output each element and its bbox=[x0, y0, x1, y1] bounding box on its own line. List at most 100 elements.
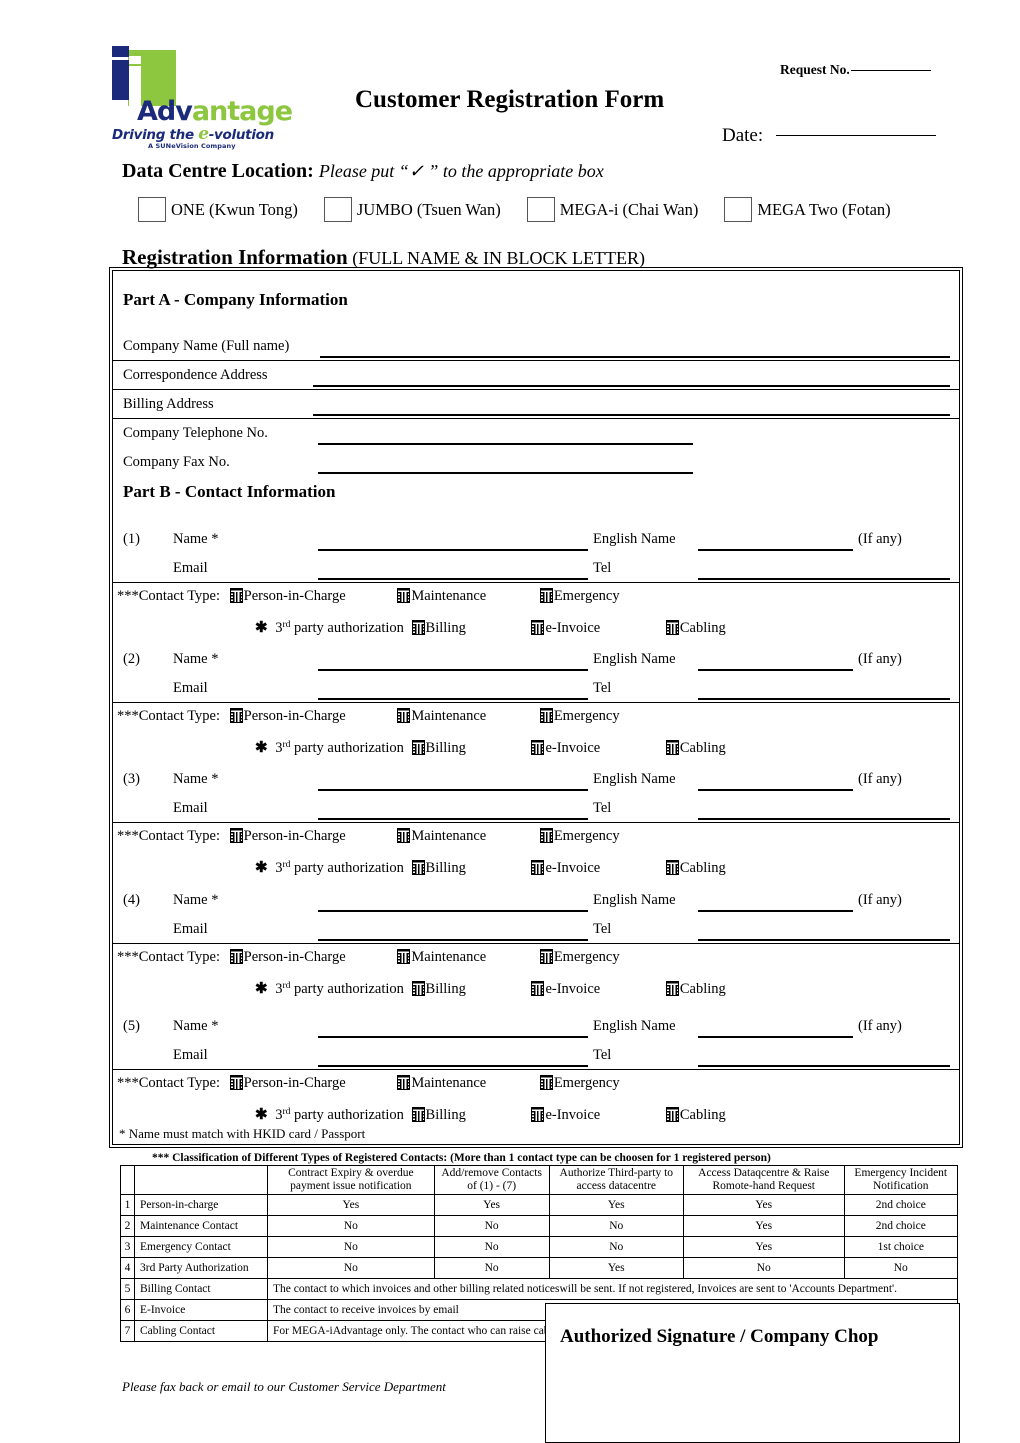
date-rule[interactable] bbox=[776, 135, 937, 136]
contact-3-tel-input[interactable] bbox=[698, 818, 950, 820]
contact-4-email-input[interactable] bbox=[318, 939, 588, 941]
checkbox-dc-jumbo[interactable] bbox=[323, 197, 352, 222]
contact-2-tel-input[interactable] bbox=[698, 698, 950, 700]
contact-1-type-billing: Billing bbox=[425, 620, 466, 636]
asterisk-icon: ✱ bbox=[255, 1107, 268, 1123]
checkbox-contact-4-cabling[interactable] bbox=[665, 981, 679, 996]
contact-2-name-input[interactable] bbox=[318, 669, 588, 671]
checkbox-contact-4-emergency[interactable] bbox=[539, 949, 553, 964]
checkbox-dc-one[interactable] bbox=[138, 197, 166, 222]
contact-1-type-row-2: ✱ 3rd party authorization Billing e-Invo… bbox=[255, 618, 726, 637]
checkbox-contact-4-person-in-charge[interactable] bbox=[229, 949, 243, 964]
checkbox-dc-mega-i[interactable] bbox=[526, 197, 555, 222]
contact-5-third-party-sup: rd bbox=[282, 1107, 291, 1117]
row-1-cell-4: Yes bbox=[682, 1194, 845, 1217]
checkbox-contact-2-billing[interactable] bbox=[411, 740, 425, 755]
dc-option-mega-two-label: MEGA Two (Fotan) bbox=[757, 199, 891, 219]
contact-5-index: (5) bbox=[123, 1018, 140, 1034]
company-logo: Advantage Driving the e-volution A SUNeV… bbox=[110, 46, 293, 150]
checkbox-contact-2-einvoice[interactable] bbox=[531, 740, 545, 755]
registration-heading-bold: Registration Information bbox=[122, 245, 348, 269]
row-4-name: 3rd Party Authorization bbox=[134, 1257, 268, 1280]
contact-4-tel-input[interactable] bbox=[698, 939, 950, 941]
date-field[interactable]: Date: bbox=[722, 125, 937, 147]
row-2-cell-2: No bbox=[433, 1215, 550, 1238]
registration-heading-plain: (FULL NAME & IN BLOCK LETTER) bbox=[347, 248, 646, 268]
checkbox-contact-1-cabling[interactable] bbox=[665, 620, 679, 635]
checkbox-contact-4-einvoice[interactable] bbox=[531, 981, 545, 996]
checkbox-contact-2-person-in-charge[interactable] bbox=[229, 708, 243, 723]
checkbox-contact-5-person-in-charge[interactable] bbox=[229, 1075, 243, 1090]
dc-option-mega-i[interactable]: MEGA-i (Chai Wan) bbox=[526, 197, 698, 222]
divider-company-name bbox=[113, 360, 959, 361]
dc-option-mega-two[interactable]: MEGA Two (Fotan) bbox=[724, 197, 891, 222]
checkbox-contact-1-emergency[interactable] bbox=[539, 588, 553, 603]
contact-4-name-input[interactable] bbox=[318, 910, 588, 912]
dc-option-jumbo[interactable]: JUMBO (Tsuen Wan) bbox=[323, 197, 501, 222]
checkbox-contact-3-einvoice[interactable] bbox=[531, 860, 545, 875]
contact-5-name-input[interactable] bbox=[318, 1036, 588, 1038]
contact-3-english-name-input[interactable] bbox=[698, 789, 853, 791]
checkbox-contact-3-person-in-charge[interactable] bbox=[229, 828, 243, 843]
contact-5-type-cabling: Cabling bbox=[679, 1107, 726, 1123]
contact-5-tel-input[interactable] bbox=[698, 1065, 950, 1067]
checkbox-contact-3-emergency[interactable] bbox=[539, 828, 553, 843]
authorized-signature-box[interactable]: Authorized Signature / Company Chop bbox=[545, 1303, 960, 1443]
checkbox-contact-2-cabling[interactable] bbox=[665, 740, 679, 755]
request-no-field[interactable]: Request No. bbox=[780, 62, 931, 78]
checkbox-contact-1-billing[interactable] bbox=[411, 620, 425, 635]
checkbox-contact-3-billing[interactable] bbox=[411, 860, 425, 875]
contact-5-email-input[interactable] bbox=[318, 1065, 588, 1067]
checkbox-contact-1-person-in-charge[interactable] bbox=[229, 588, 243, 603]
contact-3-if-any: (If any) bbox=[858, 771, 902, 787]
data-centre-location-heading: Data Centre Location: Please put “✓ ” to… bbox=[122, 160, 604, 183]
contact-2-third-party-text: party authorization bbox=[294, 740, 404, 756]
contact-2-english-name-input[interactable] bbox=[698, 669, 853, 671]
contact-2-type-pic: Person-in-Charge bbox=[243, 708, 346, 724]
checkbox-contact-1-maintenance[interactable] bbox=[397, 588, 411, 603]
contact-5-email-label: Email bbox=[173, 1047, 208, 1063]
row-1-num: 1 bbox=[120, 1194, 135, 1217]
row-1-cell-2: Yes bbox=[433, 1194, 550, 1217]
input-company-fax[interactable] bbox=[318, 472, 693, 474]
checkbox-contact-5-maintenance[interactable] bbox=[397, 1075, 411, 1090]
checkbox-contact-4-maintenance[interactable] bbox=[397, 949, 411, 964]
contact-4-divider bbox=[113, 943, 959, 944]
contact-5-type-label: ***Contact Type: bbox=[117, 1075, 221, 1091]
fax-back-note: Please fax back or email to our Customer… bbox=[122, 1379, 446, 1394]
contact-1-type-row-1: ***Contact Type: Person-in-Charge Mainte… bbox=[117, 588, 620, 605]
checkbox-contact-5-cabling[interactable] bbox=[665, 1107, 679, 1122]
contact-2-email-input[interactable] bbox=[318, 698, 588, 700]
contact-1-english-name-input[interactable] bbox=[698, 549, 853, 551]
contact-3-type-cabling: Cabling bbox=[679, 860, 726, 876]
checkbox-contact-5-einvoice[interactable] bbox=[531, 1107, 545, 1122]
checkbox-contact-3-cabling[interactable] bbox=[665, 860, 679, 875]
checkbox-contact-2-emergency[interactable] bbox=[539, 708, 553, 723]
logo-tagline-part2: -volution bbox=[208, 127, 274, 143]
request-no-rule[interactable] bbox=[850, 70, 931, 71]
input-company-name[interactable] bbox=[320, 356, 950, 358]
checkbox-contact-2-maintenance[interactable] bbox=[397, 708, 411, 723]
contact-1-email-input[interactable] bbox=[318, 578, 588, 580]
contact-3-name-input[interactable] bbox=[318, 789, 588, 791]
checkbox-contact-5-billing[interactable] bbox=[411, 1107, 425, 1122]
checkbox-contact-5-emergency[interactable] bbox=[539, 1075, 553, 1090]
dc-option-one[interactable]: ONE (Kwun Tong) bbox=[138, 197, 298, 222]
input-billing-address[interactable] bbox=[313, 414, 950, 416]
contact-5-english-name-input[interactable] bbox=[698, 1036, 853, 1038]
contact-1-type-einvoice: e-Invoice bbox=[545, 620, 601, 636]
checkbox-contact-4-billing[interactable] bbox=[411, 981, 425, 996]
contact-3-index: (3) bbox=[123, 771, 140, 787]
contact-1-name-input[interactable] bbox=[318, 549, 588, 551]
input-company-telephone[interactable] bbox=[318, 443, 693, 445]
asterisk-icon: ✱ bbox=[255, 740, 268, 756]
input-correspondence-address[interactable] bbox=[313, 385, 950, 387]
checkbox-contact-1-einvoice[interactable] bbox=[531, 620, 545, 635]
checkbox-contact-3-maintenance[interactable] bbox=[397, 828, 411, 843]
registration-form-box: Part A - Company Information Company Nam… bbox=[109, 267, 963, 1148]
contact-4-type-einvoice: e-Invoice bbox=[545, 981, 601, 997]
contact-4-english-name-input[interactable] bbox=[698, 910, 853, 912]
contact-1-tel-input[interactable] bbox=[698, 578, 950, 580]
contact-3-email-input[interactable] bbox=[318, 818, 588, 820]
checkbox-dc-mega-two[interactable] bbox=[724, 197, 753, 222]
